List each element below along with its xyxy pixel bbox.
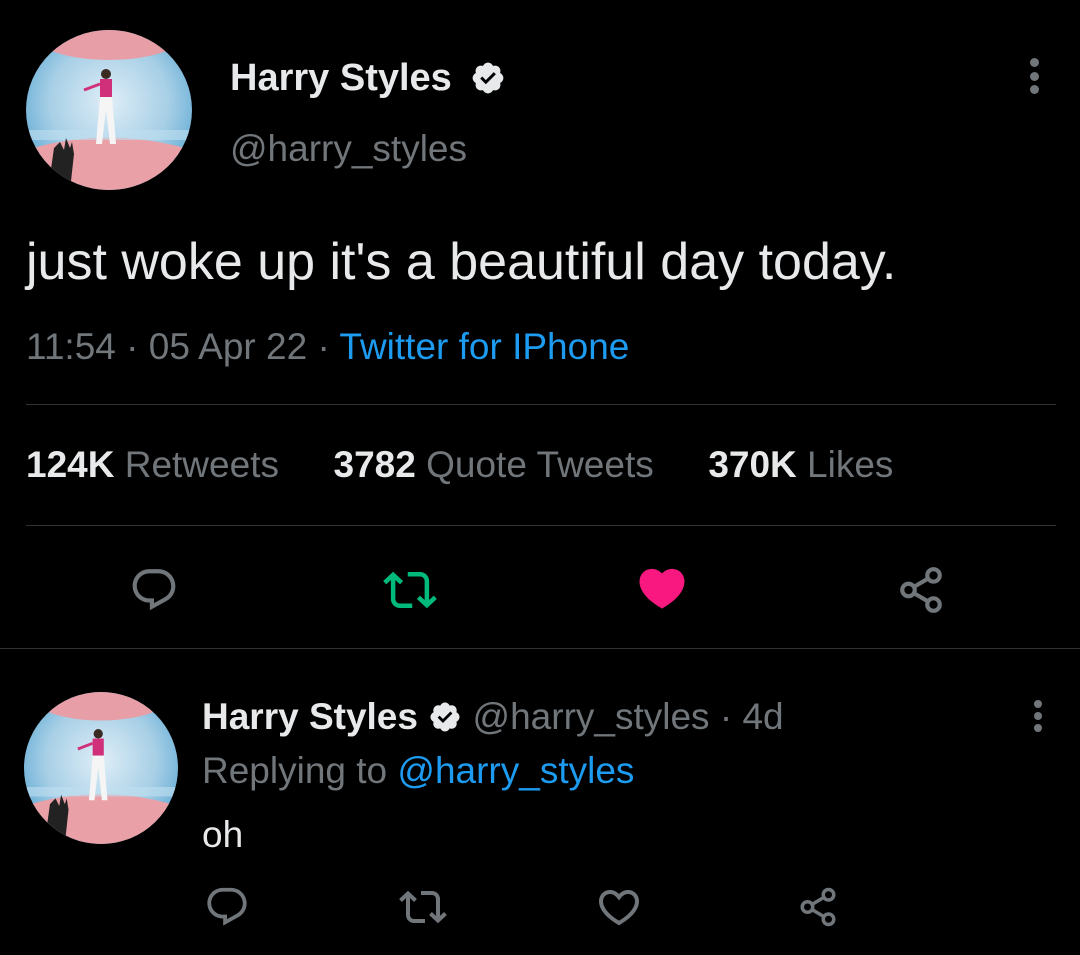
meta-separator: · (719, 696, 733, 737)
replying-to-line: Replying to @harry_styles (202, 750, 634, 792)
retweet-icon (383, 571, 437, 609)
likes-stat[interactable]: 370K Likes (708, 444, 893, 485)
retweet-button[interactable] (382, 562, 438, 618)
album-art-image (24, 692, 178, 844)
retweet-button[interactable] (398, 882, 448, 932)
reply-icon (132, 569, 176, 611)
more-icon[interactable] (1031, 700, 1045, 732)
tweet-meta: 11:54 · 05 Apr 22 · Twitter for IPhone (26, 326, 629, 368)
tweet-author-name[interactable]: Harry Styles (230, 56, 452, 100)
like-icon (639, 568, 685, 609)
verified-badge-icon (470, 60, 506, 96)
replying-to-mention[interactable]: @harry_styles (397, 750, 634, 791)
share-icon (800, 887, 836, 927)
like-icon (598, 890, 640, 926)
reply-avatar[interactable] (24, 692, 178, 844)
album-art-image (26, 30, 192, 190)
tweet-avatar[interactable] (26, 30, 192, 190)
share-icon (900, 567, 942, 613)
more-icon[interactable] (1025, 58, 1043, 94)
tweet-stats: 124K Retweets 3782 Quote Tweets 370K Lik… (26, 444, 893, 486)
retweets-stat[interactable]: 124K Retweets (26, 444, 279, 485)
like-button[interactable] (594, 882, 644, 932)
divider (26, 404, 1056, 405)
meta-separator: · (317, 326, 330, 367)
reply-button[interactable] (126, 562, 182, 618)
retweet-icon (399, 890, 447, 924)
share-button[interactable] (893, 562, 949, 618)
reply-icon (207, 887, 247, 926)
divider (0, 648, 1080, 649)
reply-button[interactable] (202, 882, 252, 932)
reply-author-name[interactable]: Harry Styles (202, 696, 418, 737)
meta-separator: · (126, 326, 139, 367)
quote-tweets-stat[interactable]: 3782 Quote Tweets (334, 444, 654, 485)
reply-text: oh (202, 814, 244, 855)
tweet-source[interactable]: Twitter for IPhone (339, 326, 629, 367)
reply-header: Harry Styles @harry_styles · 4d (202, 696, 784, 738)
tweet-text: just woke up it's a beautiful day today. (26, 233, 897, 291)
verified-badge-icon (428, 700, 462, 734)
reply-age[interactable]: 4d (742, 696, 783, 737)
tweet-time[interactable]: 11:54 (26, 326, 116, 367)
tweet-date[interactable]: 05 Apr 22 (149, 326, 307, 367)
reply-handle[interactable]: @harry_styles (473, 696, 710, 737)
divider (26, 525, 1056, 526)
replying-label: Replying to (202, 750, 388, 791)
like-button[interactable] (634, 560, 690, 616)
share-button[interactable] (795, 884, 841, 930)
tweet-handle[interactable]: @harry_styles (230, 128, 467, 170)
